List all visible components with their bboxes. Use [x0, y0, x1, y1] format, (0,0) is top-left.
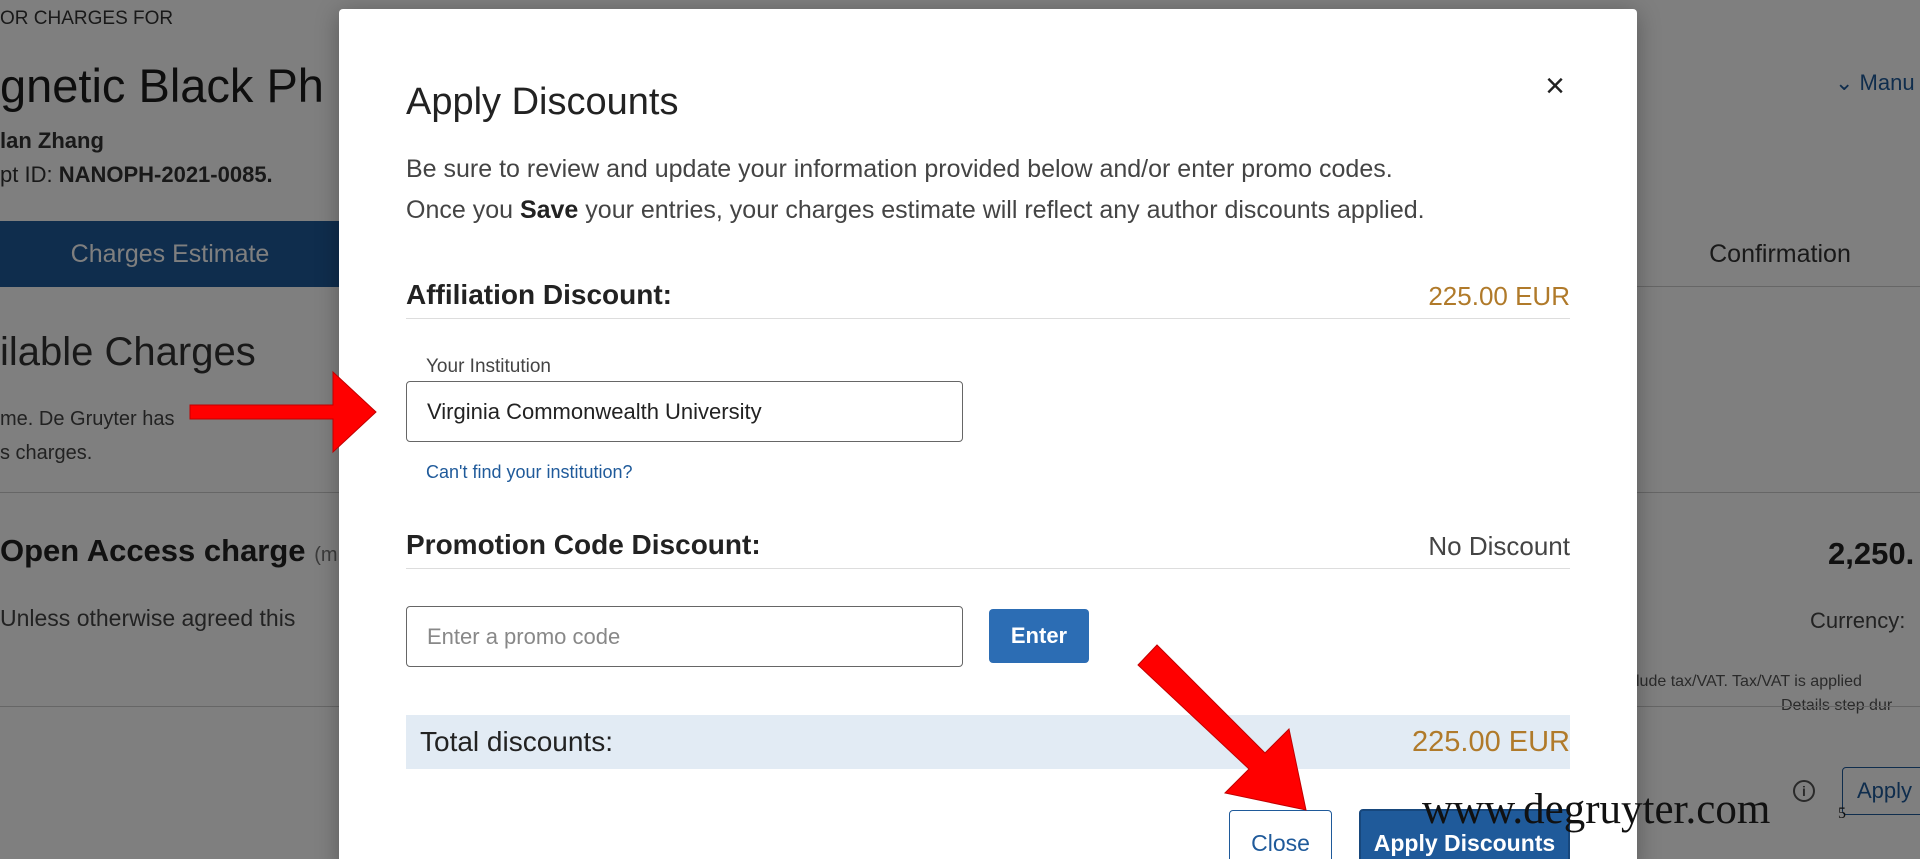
promo-discount-value: No Discount [1428, 531, 1570, 561]
promo-discount-label: Promotion Code Discount: [406, 529, 761, 560]
close-button[interactable]: Close [1229, 810, 1332, 859]
total-discounts-label: Total discounts: [420, 726, 613, 757]
affiliation-discount-label: Affiliation Discount: [406, 279, 672, 310]
institution-input[interactable] [406, 381, 963, 442]
affiliation-discount-row: Affiliation Discount: 225.00 EUR [406, 277, 1570, 319]
modal-title: Apply Discounts [406, 81, 679, 123]
slide-number: 5 [1838, 805, 1846, 822]
promo-discount-row: Promotion Code Discount: No Discount [406, 527, 1570, 569]
total-discounts-value: 225.00 EUR [1412, 726, 1570, 758]
apply-discounts-modal: × Apply Discounts Be sure to review and … [339, 9, 1637, 859]
enter-promo-button[interactable]: Enter [989, 609, 1089, 663]
footer-url: www.degruyter.com [1422, 786, 1771, 833]
institution-field-label: Your Institution [426, 356, 551, 377]
affiliation-discount-value: 225.00 EUR [1428, 281, 1570, 311]
close-icon[interactable]: × [1539, 69, 1571, 103]
promo-code-input[interactable] [406, 606, 963, 667]
cant-find-institution-link[interactable]: Can't find your institution? [426, 462, 633, 483]
total-discounts-row: Total discounts: 225.00 EUR [406, 715, 1570, 769]
modal-intro: Be sure to review and update your inform… [406, 155, 1425, 224]
